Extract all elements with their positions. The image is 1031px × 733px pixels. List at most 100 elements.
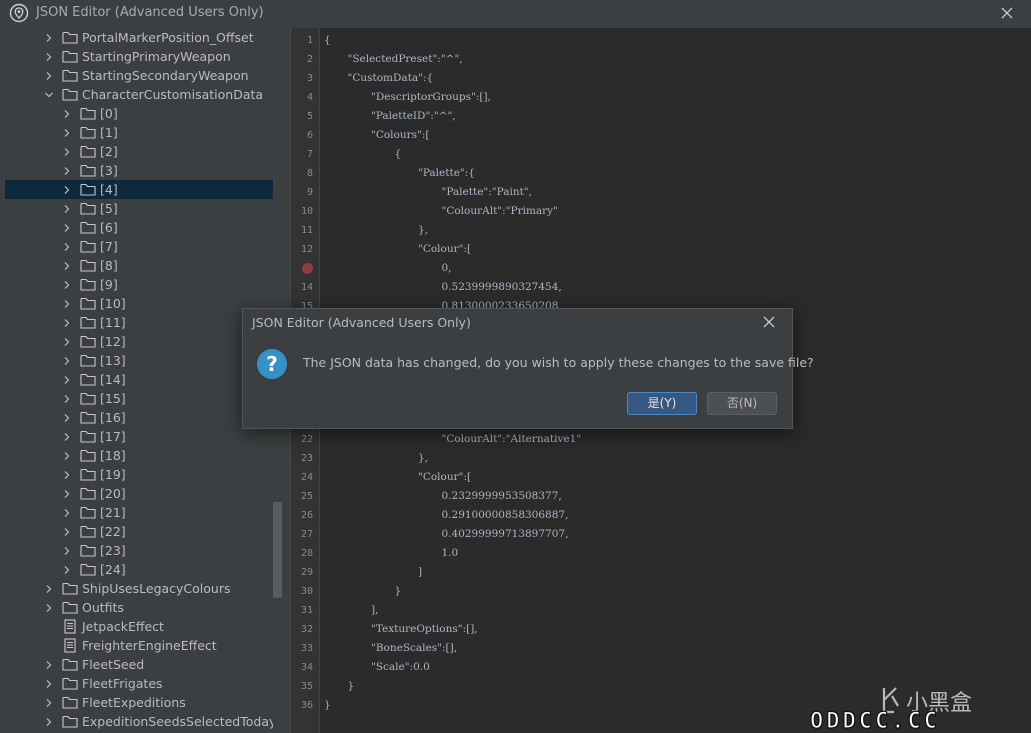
tree-item[interactable]: [0] [5, 104, 273, 123]
chevron-right-icon[interactable] [61, 446, 73, 465]
tree-item[interactable]: [3] [5, 161, 273, 180]
tree-item[interactable]: [16] [5, 408, 273, 427]
tree-item[interactable]: JetpackEffect [5, 617, 273, 636]
chevron-right-icon[interactable] [61, 218, 73, 237]
chevron-right-icon[interactable] [61, 541, 73, 560]
chevron-right-icon[interactable] [61, 123, 73, 142]
tree-item[interactable]: [11] [5, 313, 273, 332]
code-line[interactable]: }, [418, 221, 428, 240]
chevron-right-icon[interactable] [61, 503, 73, 522]
tree-item[interactable]: [2] [5, 142, 273, 161]
chevron-right-icon[interactable] [61, 427, 73, 446]
code-line[interactable]: } [324, 696, 331, 715]
tree-item[interactable]: [8] [5, 256, 273, 275]
code-line[interactable]: 0.29100000858306887, [442, 506, 569, 525]
breakpoint-icon[interactable] [302, 263, 313, 274]
chevron-right-icon[interactable] [61, 484, 73, 503]
code-line[interactable]: "BoneScales":[], [371, 639, 457, 658]
code-line[interactable]: "Colour":[ [418, 468, 471, 487]
tree-item[interactable]: [6] [5, 218, 273, 237]
code-line[interactable]: 0.2329999953508377, [442, 487, 562, 506]
code-line[interactable]: } [348, 677, 355, 696]
chevron-right-icon[interactable] [43, 655, 55, 674]
tree-item[interactable]: StartingPrimaryWeapon [5, 47, 273, 66]
no-button[interactable]: 否(N) [707, 392, 777, 415]
tree-item[interactable]: [23] [5, 541, 273, 560]
tree-item[interactable]: [13] [5, 351, 273, 370]
tree-item[interactable]: StartingSecondaryWeapon [5, 66, 273, 85]
chevron-right-icon[interactable] [61, 351, 73, 370]
code-line[interactable]: ], [371, 601, 378, 620]
chevron-right-icon[interactable] [61, 199, 73, 218]
code-line[interactable]: "DescriptorGroups":[], [371, 88, 491, 107]
tree-item[interactable]: [22] [5, 522, 273, 541]
chevron-right-icon[interactable] [61, 408, 73, 427]
tree-item[interactable]: FleetFrigates [5, 674, 273, 693]
tree-item[interactable]: ExpeditionSeedsSelectedToday [5, 712, 275, 731]
chevron-right-icon[interactable] [43, 712, 55, 731]
code-line[interactable]: "TextureOptions":[], [371, 620, 478, 639]
tree-scrollbar-thumb[interactable] [273, 502, 282, 598]
code-line[interactable]: }, [418, 449, 428, 468]
chevron-right-icon[interactable] [61, 370, 73, 389]
chevron-right-icon[interactable] [43, 674, 55, 693]
code-line[interactable]: "Scale":0.0 [371, 658, 430, 677]
code-line[interactable]: "Palette":"Paint", [442, 183, 532, 202]
chevron-right-icon[interactable] [61, 294, 73, 313]
code-line[interactable]: 0.5239999890327454, [442, 278, 562, 297]
tree-item[interactable]: FleetExpeditions [5, 693, 273, 712]
code-line[interactable]: 0, [442, 259, 452, 278]
json-tree[interactable]: PortalMarkerPosition_Offset StartingPrima… [5, 28, 275, 733]
chevron-right-icon[interactable] [61, 256, 73, 275]
code-line[interactable]: ] [418, 563, 422, 582]
tree-item[interactable]: CharacterCustomisationData [5, 85, 273, 104]
chevron-right-icon[interactable] [61, 332, 73, 351]
chevron-right-icon[interactable] [61, 104, 73, 123]
tree-item[interactable]: [12] [5, 332, 273, 351]
code-line[interactable]: "PaletteID":"^", [371, 107, 456, 126]
tree-item[interactable]: [7] [5, 237, 273, 256]
dialog-close-button[interactable] [759, 312, 779, 332]
tree-item[interactable]: [4] [5, 180, 273, 199]
tree-item[interactable]: ShipUsesLegacyColours [5, 579, 273, 598]
tree-item[interactable]: PortalMarkerPosition_Offset [5, 28, 273, 47]
code-line[interactable]: "ColourAlt":"Primary" [442, 202, 558, 221]
code-line[interactable]: "Colour":[ [418, 240, 471, 259]
tree-item[interactable]: [14] [5, 370, 273, 389]
tree-item[interactable]: [5] [5, 199, 273, 218]
code-line[interactable]: "Colours":[ [371, 126, 430, 145]
tree-item[interactable]: Outfits [5, 598, 273, 617]
code-line[interactable]: } [395, 582, 402, 601]
chevron-right-icon[interactable] [61, 275, 73, 294]
tree-item[interactable]: [19] [5, 465, 273, 484]
chevron-right-icon[interactable] [61, 389, 73, 408]
tree-item[interactable]: [15] [5, 389, 273, 408]
chevron-right-icon[interactable] [61, 522, 73, 541]
chevron-right-icon[interactable] [61, 313, 73, 332]
tree-item[interactable]: [10] [5, 294, 273, 313]
chevron-right-icon[interactable] [61, 161, 73, 180]
tree-item[interactable]: [21] [5, 503, 273, 522]
tree-item[interactable]: [9] [5, 275, 273, 294]
chevron-right-icon[interactable] [61, 180, 73, 199]
chevron-right-icon[interactable] [43, 598, 55, 617]
tree-item[interactable]: [18] [5, 446, 273, 465]
chevron-right-icon[interactable] [61, 465, 73, 484]
tree-item[interactable]: [17] [5, 427, 273, 446]
code-line[interactable]: { [395, 145, 402, 164]
window-close-button[interactable] [996, 2, 1018, 24]
chevron-right-icon[interactable] [61, 560, 73, 579]
chevron-right-icon[interactable] [43, 28, 55, 47]
tree-item[interactable]: FleetSeed [5, 655, 273, 674]
yes-button[interactable]: 是(Y) [627, 392, 697, 415]
tree-item[interactable]: [20] [5, 484, 273, 503]
chevron-right-icon[interactable] [43, 693, 55, 712]
chevron-right-icon[interactable] [43, 47, 55, 66]
chevron-right-icon[interactable] [43, 66, 55, 85]
code-line[interactable]: "SelectedPreset":"^", [348, 50, 463, 69]
code-line[interactable]: "ColourAlt":"Alternative1" [442, 430, 582, 449]
code-line[interactable]: { [324, 31, 331, 50]
tree-item[interactable]: [24] [5, 560, 273, 579]
chevron-down-icon[interactable] [43, 85, 55, 104]
code-line[interactable]: "Palette":{ [418, 164, 475, 183]
